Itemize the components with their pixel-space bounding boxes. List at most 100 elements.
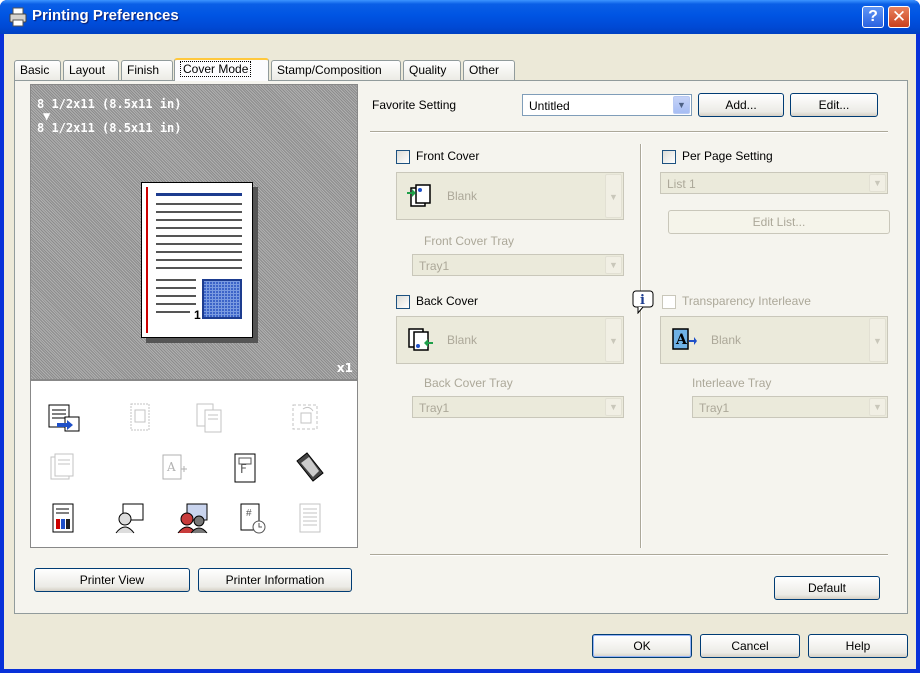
color-document-icon[interactable] — [47, 501, 81, 535]
copy-pages-icon[interactable] — [193, 401, 227, 435]
back-cover-paper-value: Blank — [447, 333, 478, 347]
back-cover-label: Back Cover — [416, 294, 479, 308]
chevron-down-icon: ▼ — [605, 174, 622, 218]
close-icon: ✕ — [891, 7, 907, 26]
info-icon: i — [632, 290, 654, 315]
interleave-tray-value: Tray1 — [699, 401, 730, 415]
page-preview: 8 1/2x11 (8.5x11 in) ▼ 8 1/2x11 (8.5x11 … — [30, 84, 358, 380]
front-cover-paper-icon — [407, 183, 433, 209]
ok-button[interactable]: OK — [592, 634, 692, 658]
per-page-list-value: List 1 — [667, 177, 696, 191]
text-line — [156, 267, 242, 269]
chevron-down-icon: ▼ — [605, 318, 622, 362]
text-line — [156, 219, 242, 221]
back-cover-paper-select[interactable]: Blank ▼ — [396, 316, 624, 364]
function-icon-panel: A F # — [30, 380, 358, 548]
chevron-down-icon: ▼ — [869, 398, 886, 416]
page-number: 1 — [194, 308, 201, 322]
text-line — [156, 311, 190, 313]
secure-print-icon[interactable]: # — [235, 501, 269, 535]
text-line — [156, 287, 196, 289]
text-line — [156, 295, 196, 297]
rotate-page-icon[interactable] — [289, 401, 323, 435]
close-button[interactable]: ✕ — [888, 6, 910, 28]
text-line — [156, 193, 242, 196]
front-cover-tray-label: Front Cover Tray — [424, 234, 515, 248]
add-favorite-button[interactable]: Add... — [698, 93, 784, 117]
chevron-down-icon: ▼ — [605, 256, 622, 274]
print-list-icon[interactable] — [293, 501, 327, 535]
column-divider — [640, 144, 642, 548]
transparency-paper-select[interactable]: A Blank ▼ — [660, 316, 888, 364]
help-title-button[interactable]: ? — [862, 6, 884, 28]
front-cover-tray-value: Tray1 — [419, 259, 450, 273]
text-line — [156, 211, 242, 213]
back-cover-tray-select[interactable]: Tray1 ▼ — [412, 396, 624, 418]
svg-text:A: A — [166, 460, 176, 474]
transparency-icon[interactable]: A — [157, 451, 191, 485]
print-job-icon[interactable] — [47, 401, 81, 435]
separator — [370, 131, 888, 133]
cancel-button[interactable]: Cancel — [700, 634, 800, 658]
front-cover-tray-select[interactable]: Tray1 ▼ — [412, 254, 624, 276]
svg-text:i: i — [640, 293, 645, 308]
svg-text:#: # — [246, 508, 252, 519]
copies-indicator: x1 — [336, 361, 353, 375]
user-authentication-icon[interactable] — [113, 501, 147, 535]
default-button[interactable]: Default — [774, 576, 880, 600]
front-cover-paper-select[interactable]: Blank ▼ — [396, 172, 624, 220]
text-line — [156, 279, 196, 281]
per-page-setting-label: Per Page Setting — [682, 149, 773, 163]
tab-other[interactable]: Other — [463, 60, 515, 80]
printing-preferences-window: Printing Preferences ? ✕ Basic Layout Fi… — [0, 0, 920, 673]
tab-stamp-composition[interactable]: Stamp/Composition — [271, 60, 401, 80]
favorite-setting-value: Untitled — [529, 99, 570, 113]
paper-size-original: 8 1/2x11 (8.5x11 in) — [37, 97, 182, 111]
per-page-setting-checkbox[interactable] — [662, 150, 676, 164]
back-cover-paper-icon — [407, 327, 433, 353]
tab-finish[interactable]: Finish — [121, 60, 173, 80]
text-line — [156, 235, 242, 237]
tab-cover-mode-label: Cover Mode — [180, 61, 252, 77]
text-line — [156, 203, 242, 205]
interleave-tray-select[interactable]: Tray1 ▼ — [692, 396, 888, 418]
stack-pages-icon[interactable] — [47, 451, 81, 485]
chevron-down-icon: ▼ — [673, 96, 690, 114]
text-line — [156, 259, 242, 261]
transparency-interleave-checkbox[interactable] — [662, 295, 676, 309]
svg-text:A: A — [675, 332, 688, 348]
per-page-list-select[interactable]: List 1 ▼ — [660, 172, 888, 194]
booklet-icon[interactable] — [123, 401, 157, 435]
tab-quality[interactable]: Quality — [403, 60, 461, 80]
tab-layout[interactable]: Layout — [63, 60, 119, 80]
text-line — [156, 227, 242, 229]
back-cover-checkbox[interactable] — [396, 295, 410, 309]
preview-page: 1 — [141, 182, 253, 338]
chevron-down-icon: ▼ — [869, 318, 886, 362]
edit-list-button[interactable]: Edit List... — [668, 210, 890, 234]
transparency-paper-icon: A — [671, 327, 697, 353]
separator — [370, 554, 888, 556]
fold-pages-icon[interactable] — [293, 451, 327, 485]
binding-line — [146, 187, 148, 333]
transparency-paper-value: Blank — [711, 333, 742, 347]
watermark-icon[interactable]: F — [229, 451, 263, 485]
paper-size-output: 8 1/2x11 (8.5x11 in) — [37, 121, 182, 135]
account-track-icon[interactable] — [177, 501, 211, 535]
front-cover-label: Front Cover — [416, 149, 480, 163]
printer-information-button[interactable]: Printer Information — [198, 568, 352, 592]
edit-favorite-button[interactable]: Edit... — [790, 93, 878, 117]
interleave-tray-label: Interleave Tray — [692, 376, 772, 390]
front-cover-checkbox[interactable] — [396, 150, 410, 164]
favorite-setting-label: Favorite Setting — [372, 98, 457, 112]
chevron-down-icon: ▼ — [869, 174, 886, 192]
chevron-down-icon: ▼ — [605, 398, 622, 416]
image-block — [202, 279, 242, 319]
favorite-setting-select[interactable]: Untitled ▼ — [522, 94, 692, 116]
text-line — [156, 303, 196, 305]
help-button[interactable]: Help — [808, 634, 908, 658]
title-bar[interactable]: Printing Preferences ? ✕ — [0, 0, 920, 34]
tab-cover-mode[interactable]: Cover Mode — [174, 58, 269, 81]
printer-view-button[interactable]: Printer View — [34, 568, 190, 592]
tab-basic[interactable]: Basic — [14, 60, 61, 80]
